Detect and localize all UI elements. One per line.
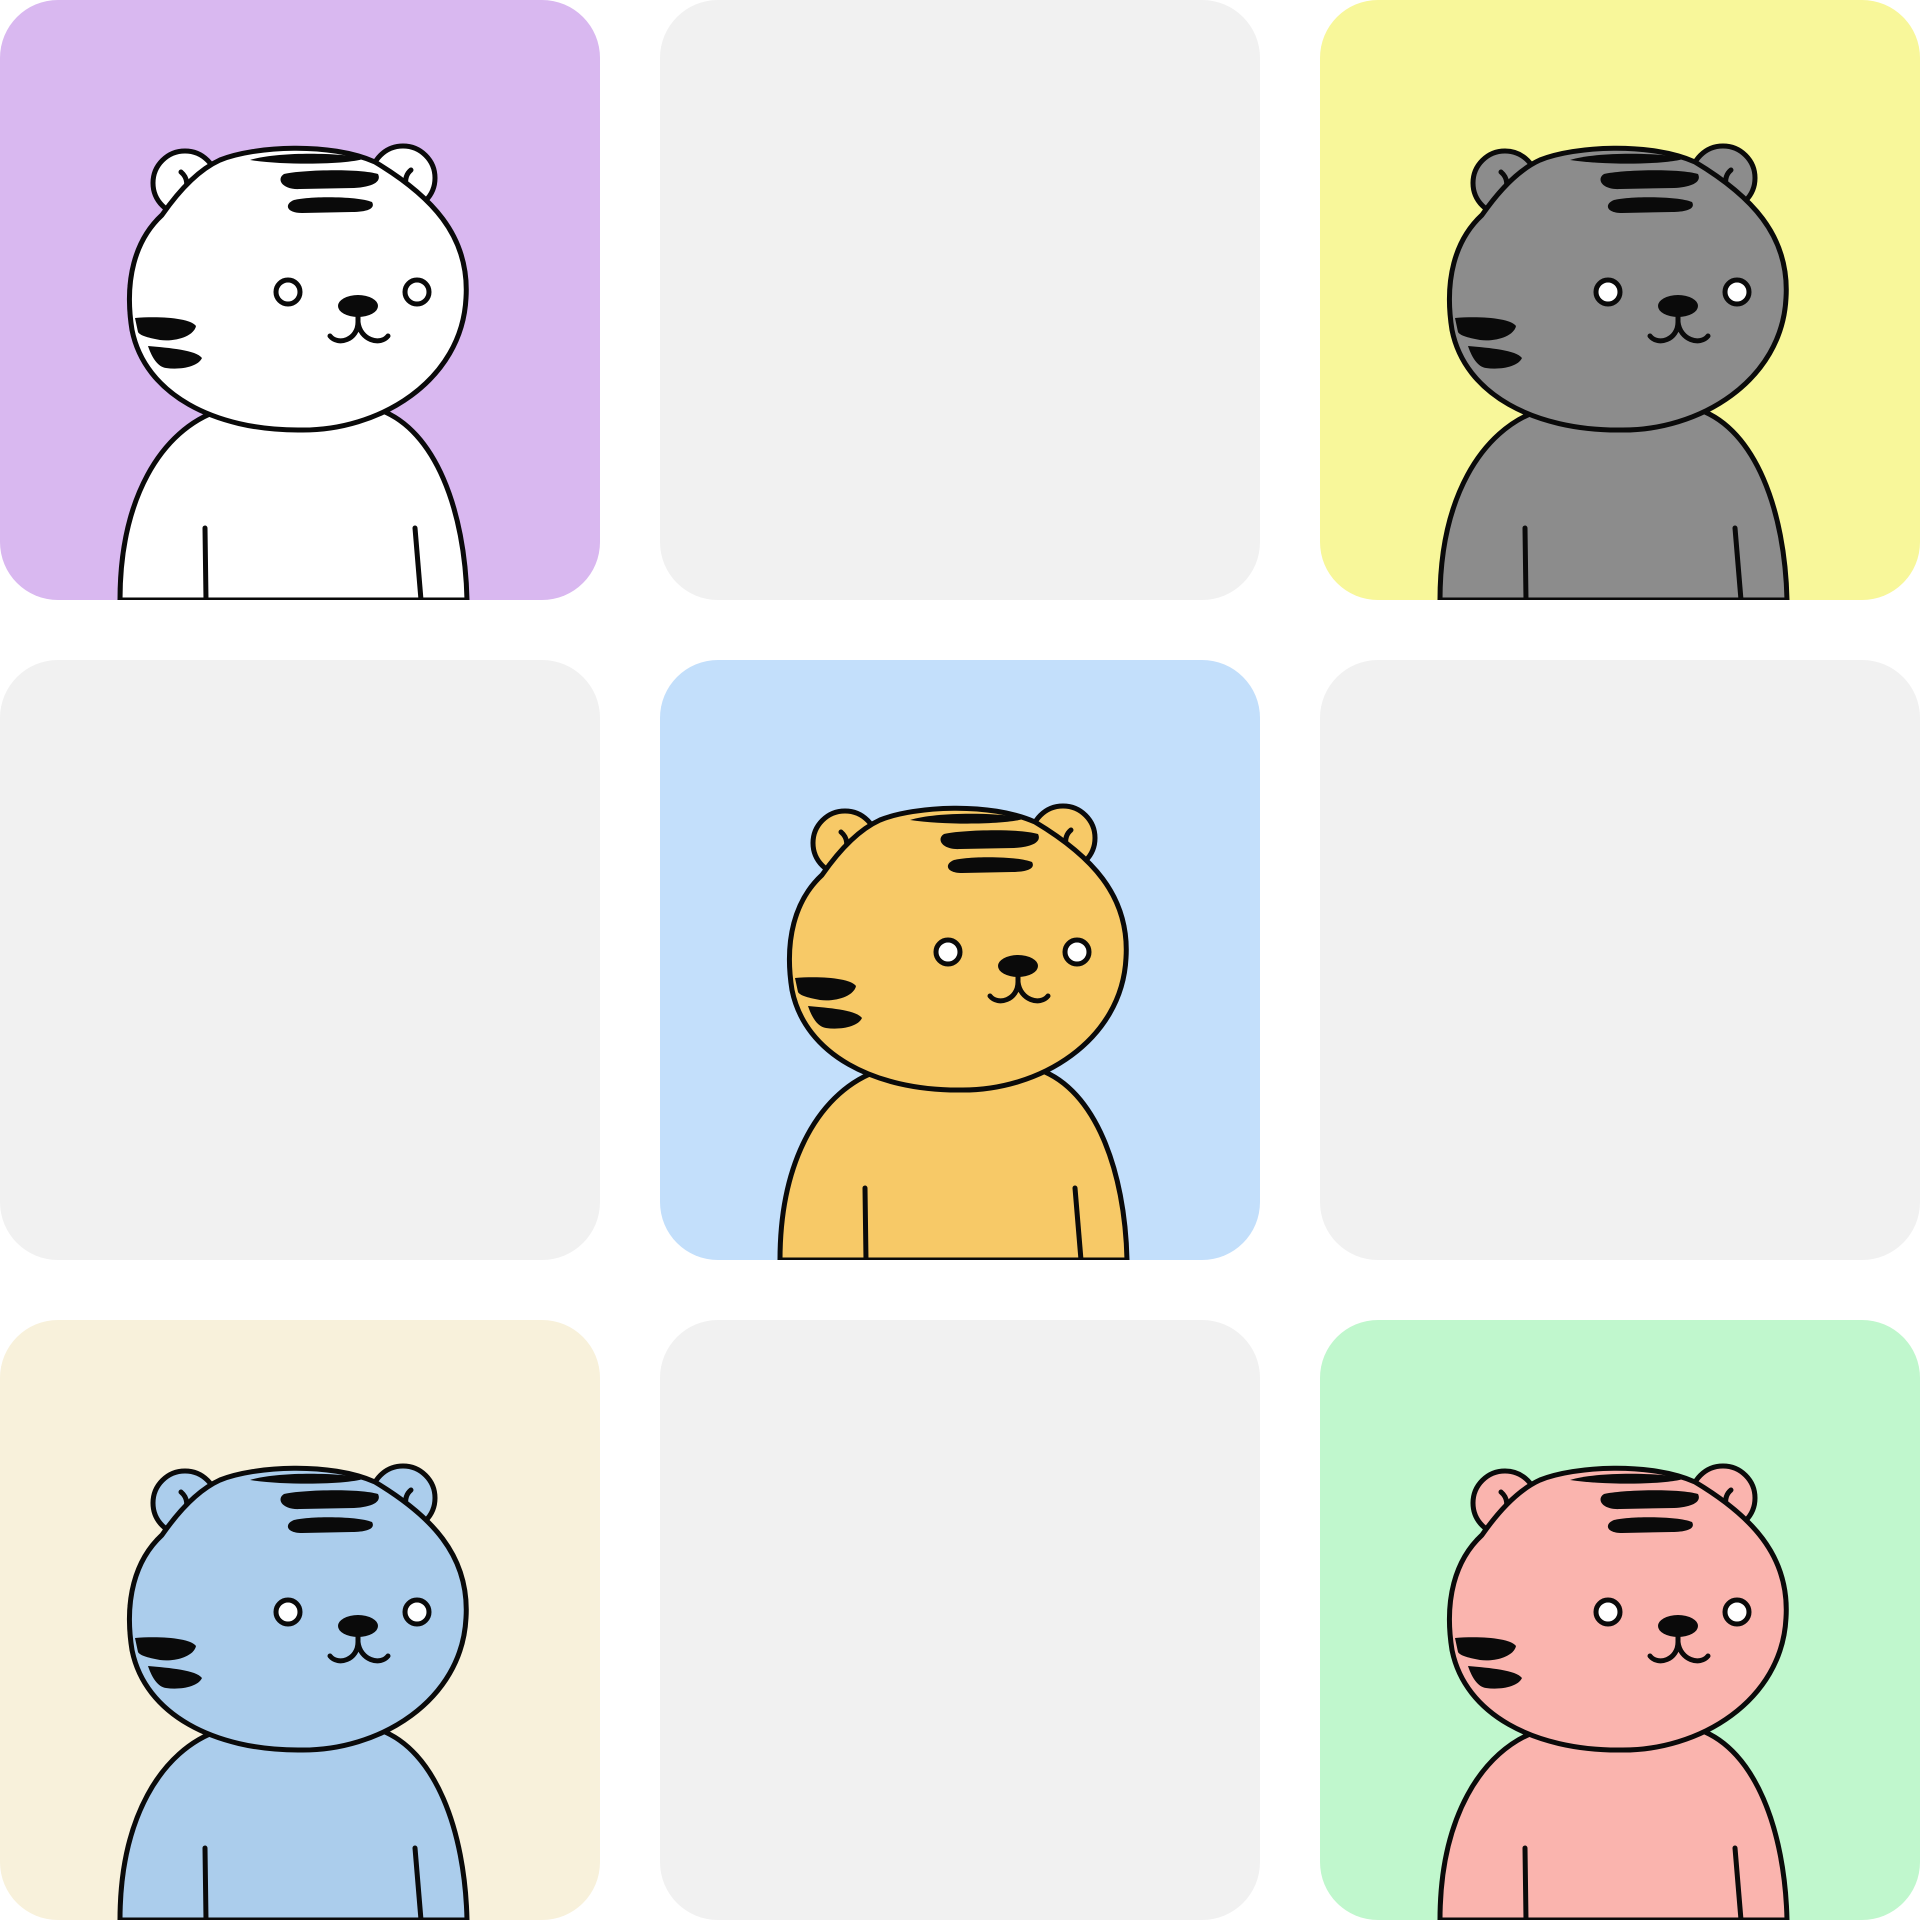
avatar-tile[interactable] [0,0,600,600]
tiger-avatar-icon [1320,1320,1920,1920]
empty-tile[interactable] [1320,660,1920,1260]
avatar-tile[interactable] [1320,0,1920,600]
tiger-avatar-icon [660,660,1260,1260]
empty-tile[interactable] [660,1320,1260,1920]
tiger-avatar-icon [0,0,600,600]
tiger-avatar-icon [0,1320,600,1920]
empty-tile[interactable] [0,660,600,1260]
avatar-tile[interactable] [660,660,1260,1260]
avatar-grid [0,0,1920,1920]
empty-tile[interactable] [660,0,1260,600]
avatar-tile[interactable] [0,1320,600,1920]
tiger-avatar-icon [1320,0,1920,600]
avatar-tile[interactable] [1320,1320,1920,1920]
